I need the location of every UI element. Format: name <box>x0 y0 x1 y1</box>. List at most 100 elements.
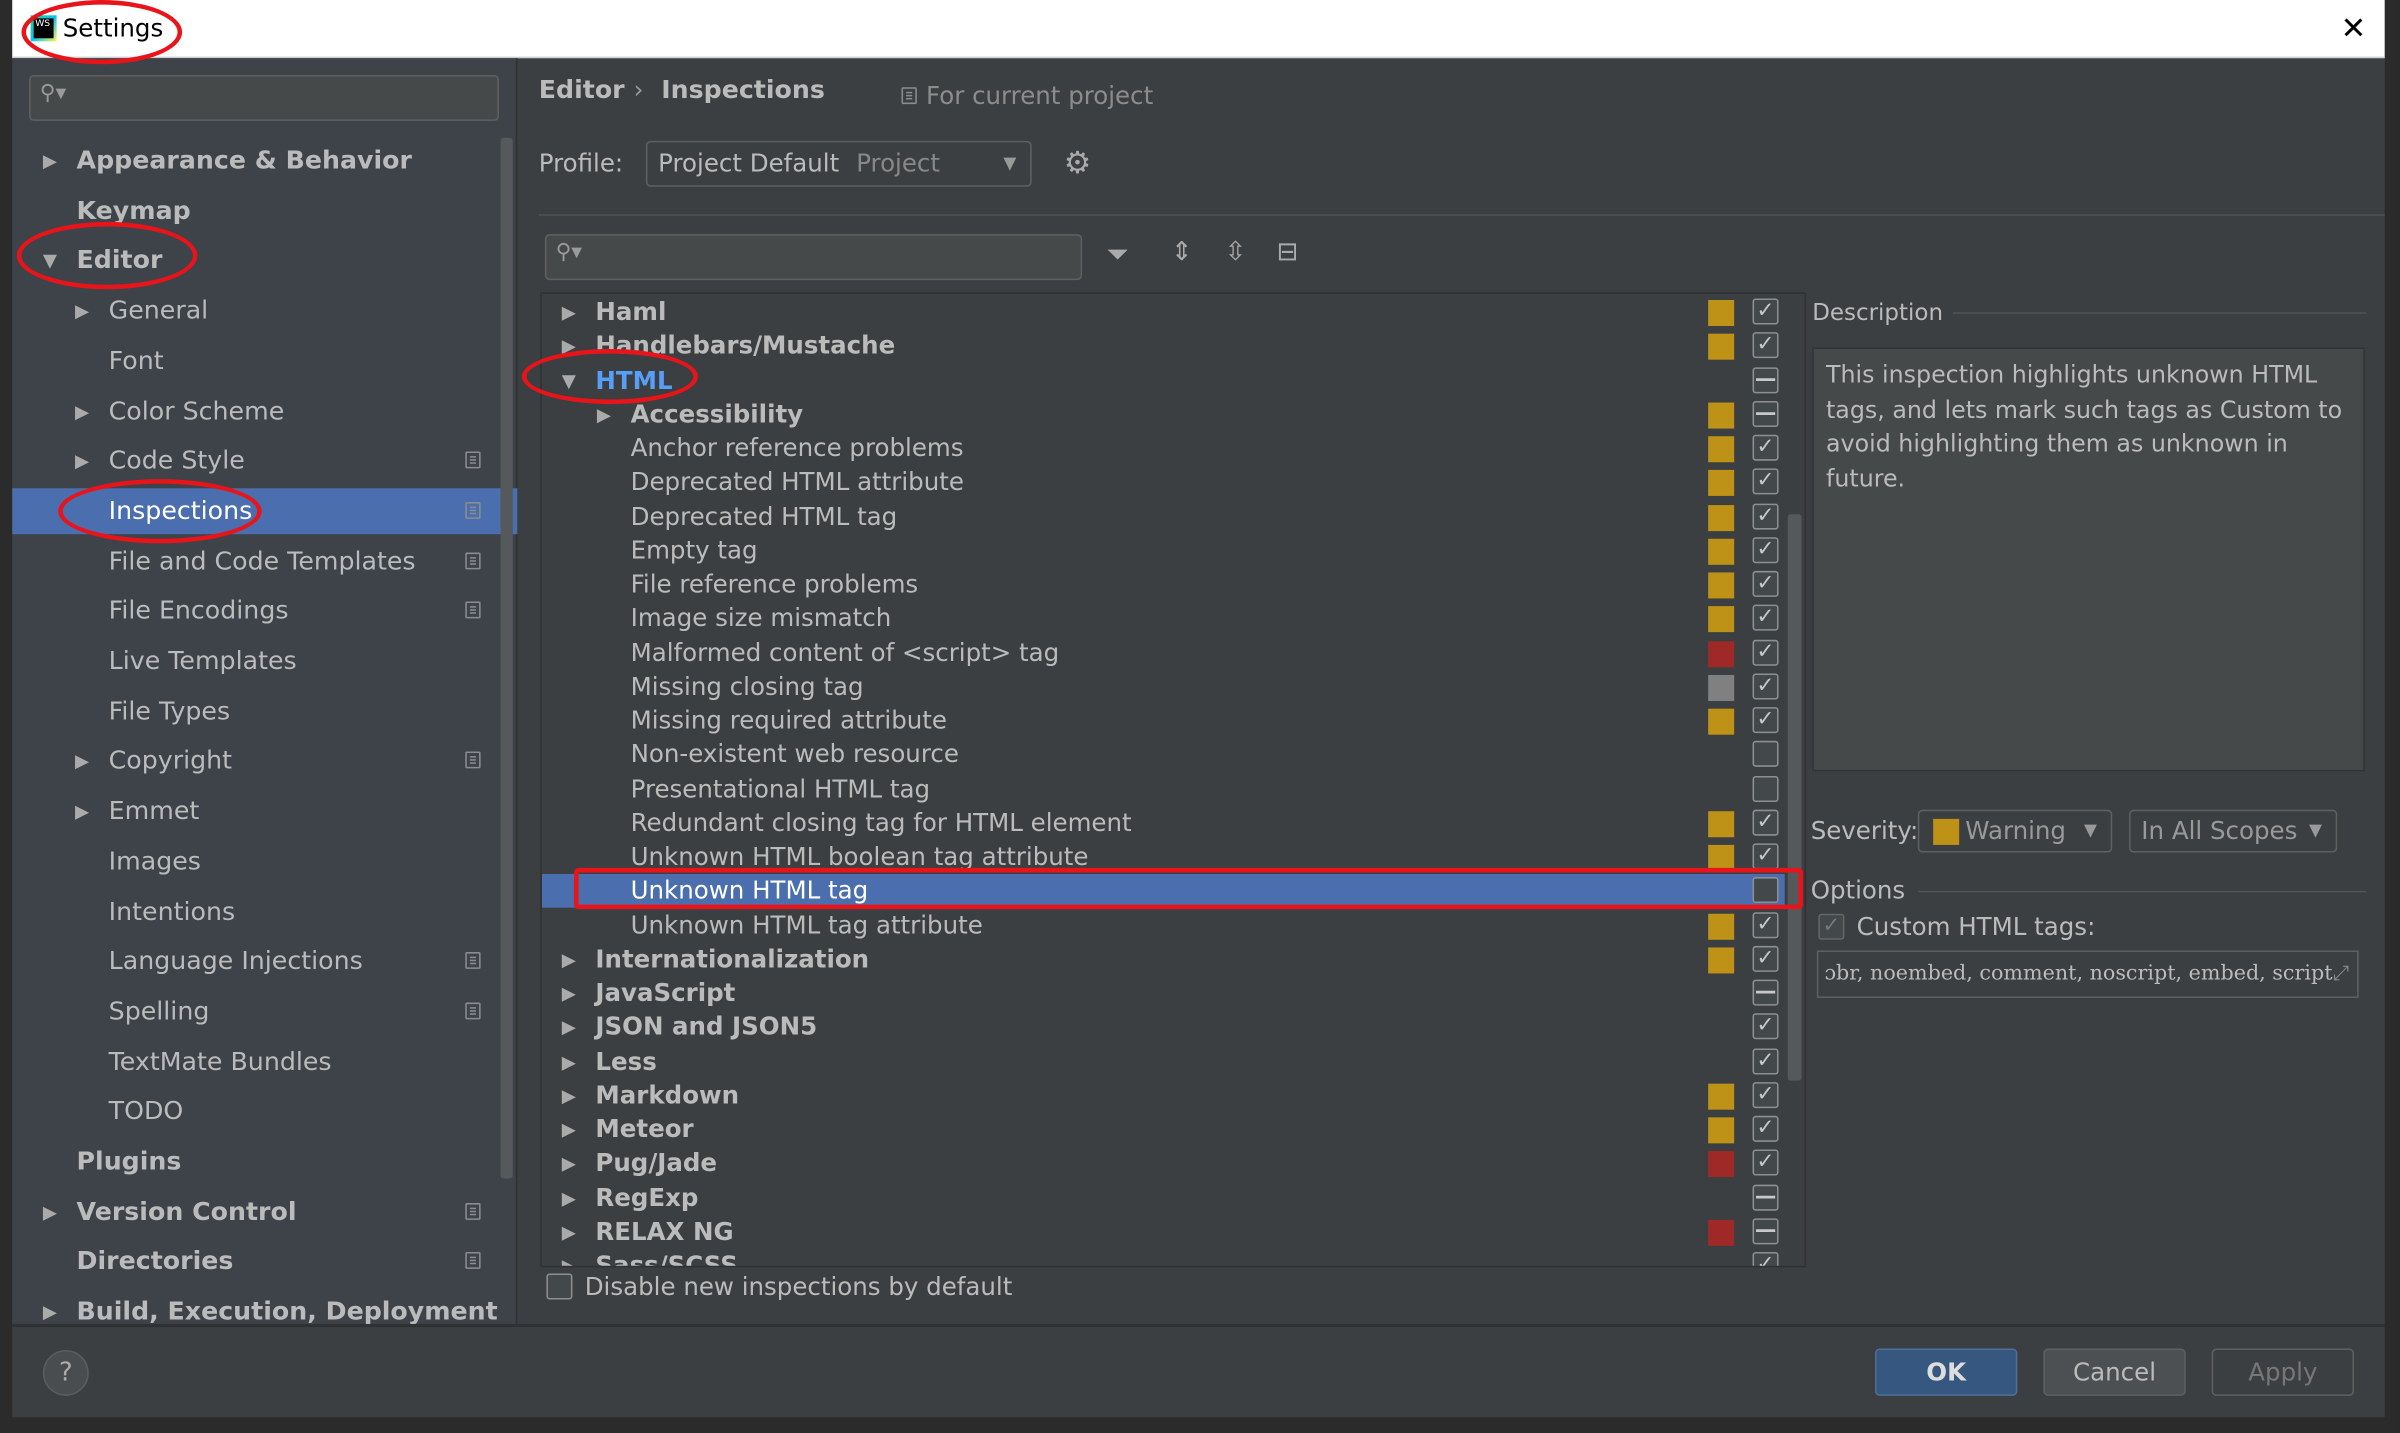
tree-row[interactable]: Unknown HTML tag <box>541 874 1785 909</box>
sidebar-item-editor[interactable]: ▼ Editor <box>12 238 499 284</box>
tree-row[interactable]: ▶ Internationalization ✓ <box>542 942 1785 976</box>
triangle-right-icon[interactable]: ▶ <box>562 942 576 976</box>
enable-checkbox[interactable]: ✓ <box>1752 1047 1779 1074</box>
sidebar-item-font[interactable]: Font <box>12 338 499 384</box>
help-button[interactable]: ? <box>42 1349 89 1396</box>
reset-icon[interactable]: ⊟ <box>1277 237 1299 268</box>
sidebar-item-directories[interactable]: Directories <box>12 1239 499 1285</box>
tree-row[interactable]: Anchor reference problems ✓ <box>542 432 1785 466</box>
sidebar-item-intentions[interactable]: Intentions <box>12 889 499 935</box>
sidebar-scrollbar[interactable] <box>500 137 513 1179</box>
filter-icon[interactable]: ⏷ <box>1107 239 1129 271</box>
tree-row[interactable]: ▶ RELAX NG — <box>542 1215 1785 1249</box>
triangle-right-icon[interactable]: ▶ <box>43 1189 57 1235</box>
triangle-right-icon[interactable]: ▶ <box>43 1289 57 1335</box>
tree-row[interactable]: Non-existent web resource <box>542 738 1785 772</box>
sidebar-item-general[interactable]: ▶ General <box>12 288 499 334</box>
triangle-down-icon[interactable]: ▼ <box>43 238 57 284</box>
disable-new-checkbox[interactable] <box>546 1273 573 1300</box>
enable-checkbox[interactable]: ✓ <box>1752 639 1779 666</box>
tree-row[interactable]: ▶ Less ✓ <box>542 1045 1785 1079</box>
enable-checkbox[interactable]: ✓ <box>1752 1149 1779 1176</box>
triangle-right-icon[interactable]: ▶ <box>562 1011 576 1045</box>
enable-checkbox[interactable]: ✓ <box>1752 843 1779 870</box>
enable-checkbox[interactable]: ✓ <box>1752 673 1779 700</box>
enable-checkbox[interactable]: — <box>1752 400 1779 427</box>
ok-button[interactable]: OK <box>1874 1348 2018 1396</box>
triangle-right-icon[interactable]: ▶ <box>75 388 89 434</box>
enable-checkbox[interactable]: ✓ <box>1752 332 1779 359</box>
expand-icon[interactable]: ⤢ <box>2333 952 2350 996</box>
tree-row[interactable]: ▶ Pug/Jade ✓ <box>542 1147 1785 1181</box>
sidebar-item-language-injections[interactable]: Language Injections <box>12 939 499 985</box>
sidebar-item-file-and-code-templates[interactable]: File and Code Templates <box>12 538 499 584</box>
tree-row[interactable]: ▶ Accessibility — <box>542 398 1785 432</box>
triangle-right-icon[interactable]: ▶ <box>75 738 89 784</box>
triangle-right-icon[interactable]: ▶ <box>75 288 89 334</box>
triangle-right-icon[interactable]: ▶ <box>562 1113 576 1147</box>
sidebar-item-spelling[interactable]: Spelling <box>12 989 499 1035</box>
tree-scrollbar[interactable] <box>1787 514 1802 1081</box>
tree-row[interactable]: Empty tag ✓ <box>542 534 1785 568</box>
enable-checkbox[interactable] <box>1752 741 1779 768</box>
enable-checkbox[interactable]: ✓ <box>1752 809 1779 836</box>
sidebar-item-file-encodings[interactable]: File Encodings <box>12 588 499 634</box>
enable-checkbox[interactable]: ✓ <box>1752 298 1779 325</box>
triangle-down-icon[interactable]: ▼ <box>562 364 576 398</box>
enable-checkbox[interactable] <box>1752 877 1779 904</box>
triangle-right-icon[interactable]: ▶ <box>562 1045 576 1079</box>
enable-checkbox[interactable]: ✓ <box>1752 1252 1779 1266</box>
triangle-right-icon[interactable]: ▶ <box>43 138 57 184</box>
triangle-right-icon[interactable]: ▶ <box>562 977 576 1011</box>
tree-row[interactable]: Unknown HTML boolean tag attribute ✓ <box>542 840 1785 874</box>
scope-dropdown[interactable]: In All Scopes ▼ <box>2129 809 2338 853</box>
tree-row[interactable]: ▶ Markdown ✓ <box>542 1079 1785 1113</box>
sidebar-search-input[interactable]: ⚲▾ <box>29 74 499 121</box>
tree-row[interactable]: ▶ Meteor ✓ <box>542 1113 1785 1147</box>
tree-row[interactable]: ▶ Handlebars/Mustache ✓ <box>542 329 1785 363</box>
triangle-right-icon[interactable]: ▶ <box>562 1249 576 1266</box>
tree-row[interactable]: ▶ RegExp — <box>542 1181 1785 1215</box>
sidebar-item-plugins[interactable]: Plugins <box>12 1139 499 1185</box>
severity-dropdown[interactable]: Warning ▼ <box>1917 809 2113 853</box>
tree-row[interactable]: Unknown HTML tag attribute ✓ <box>542 908 1785 942</box>
tree-row[interactable]: Image size mismatch ✓ <box>542 602 1785 636</box>
enable-checkbox[interactable] <box>1752 775 1779 802</box>
inspection-search-input[interactable]: ⚲▾ <box>544 234 1083 281</box>
custom-tags-checkbox[interactable]: ✓ <box>1818 913 1845 940</box>
gear-icon[interactable]: ⚙ <box>1064 144 1091 181</box>
custom-tags-input[interactable]: ɔbr, noembed, comment, noscript, embed, … <box>1816 950 2359 998</box>
tree-row[interactable]: Presentational HTML tag <box>542 772 1785 806</box>
sidebar-item-color-scheme[interactable]: ▶ Color Scheme <box>12 388 499 434</box>
triangle-right-icon[interactable]: ▶ <box>562 1079 576 1113</box>
apply-button[interactable]: Apply <box>2211 1348 2355 1396</box>
enable-checkbox[interactable]: ✓ <box>1752 1013 1779 1040</box>
sidebar-item-copyright[interactable]: ▶ Copyright <box>12 738 499 784</box>
sidebar-item-inspections[interactable]: Inspections <box>12 488 518 535</box>
sidebar-item-emmet[interactable]: ▶ Emmet <box>12 788 499 834</box>
enable-checkbox[interactable]: ✓ <box>1752 911 1779 938</box>
sidebar-item-live-templates[interactable]: Live Templates <box>12 638 499 684</box>
close-icon[interactable]: ✕ <box>2341 9 2367 46</box>
triangle-right-icon[interactable]: ▶ <box>562 295 576 329</box>
enable-checkbox[interactable]: ✓ <box>1752 536 1779 563</box>
sidebar-item-file-types[interactable]: File Types <box>12 688 499 734</box>
triangle-right-icon[interactable]: ▶ <box>75 438 89 484</box>
tree-row[interactable]: Redundant closing tag for HTML element ✓ <box>542 806 1785 840</box>
tree-row[interactable]: ▶ Haml ✓ <box>542 295 1785 329</box>
tree-row[interactable]: ▶ JavaScript — <box>542 977 1785 1011</box>
expand-all-icon[interactable]: ⇕ <box>1171 237 1193 268</box>
tree-row[interactable]: ▼ HTML — <box>542 364 1785 398</box>
sidebar-item-version-control[interactable]: ▶ Version Control <box>12 1189 499 1235</box>
cancel-button[interactable]: Cancel <box>2043 1348 2186 1396</box>
sidebar-item-build-execution-deployment[interactable]: ▶ Build, Execution, Deployment <box>12 1289 499 1335</box>
enable-checkbox[interactable]: ✓ <box>1752 1115 1779 1142</box>
enable-checkbox[interactable]: — <box>1752 979 1779 1006</box>
tree-row[interactable]: ▶ JSON and JSON5 ✓ <box>542 1011 1785 1045</box>
sidebar-item-code-style[interactable]: ▶ Code Style <box>12 438 499 484</box>
sidebar-item-keymap[interactable]: Keymap <box>12 188 499 234</box>
tree-row[interactable]: File reference problems ✓ <box>542 568 1785 602</box>
enable-checkbox[interactable]: ✓ <box>1752 945 1779 972</box>
sidebar-item-textmate-bundles[interactable]: TextMate Bundles <box>12 1039 499 1085</box>
profile-dropdown[interactable]: Project Default Project ▼ <box>645 140 1032 187</box>
